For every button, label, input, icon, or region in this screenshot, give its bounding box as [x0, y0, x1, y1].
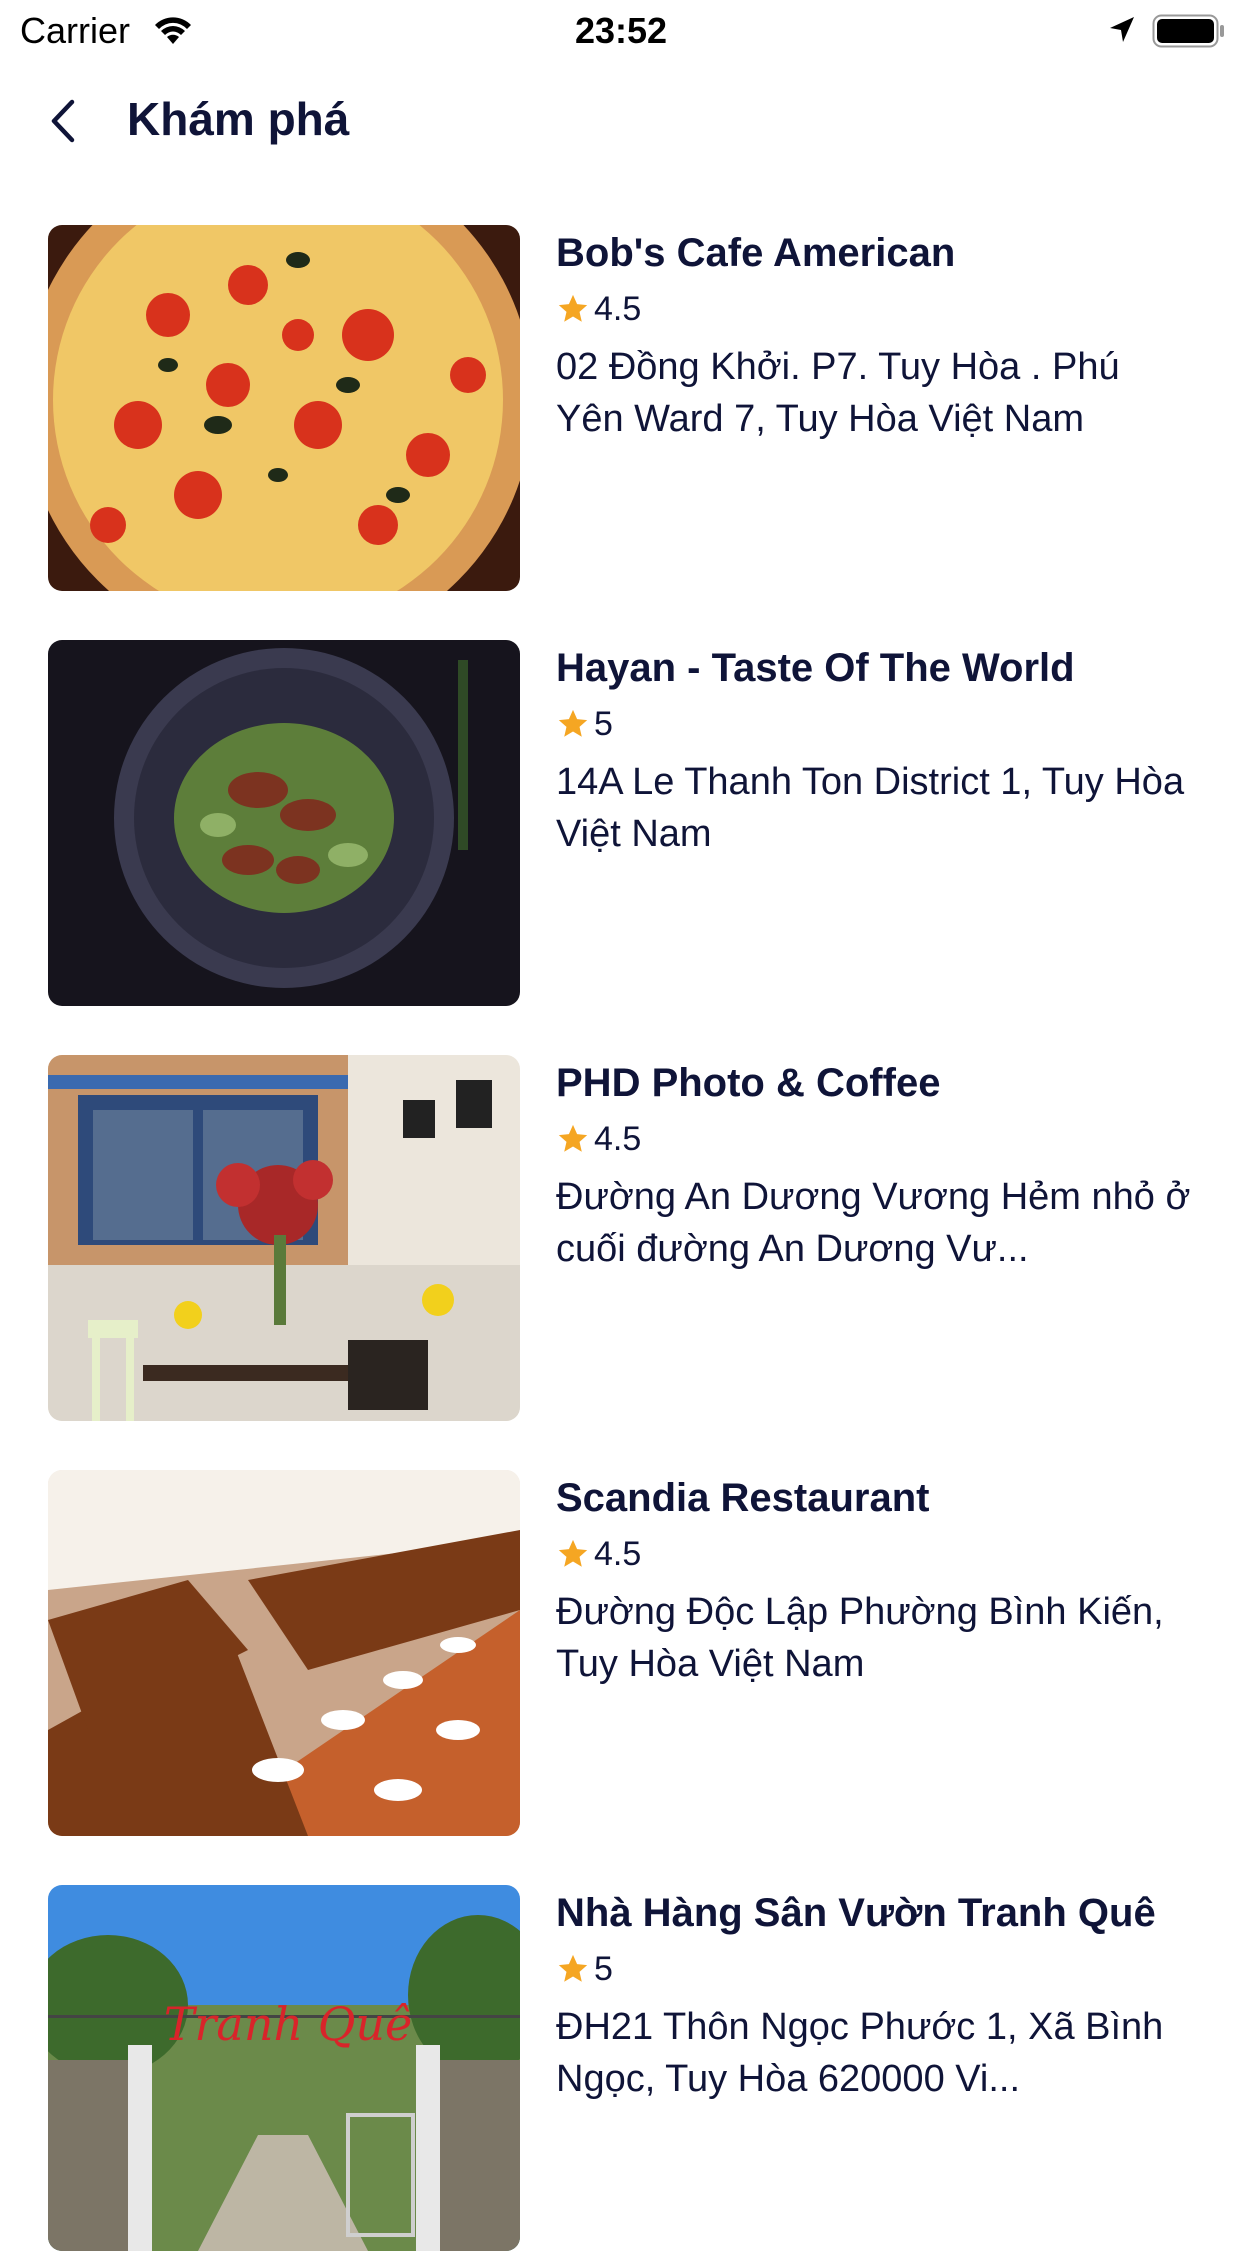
place-photo-cafe — [48, 1055, 520, 1421]
rating: 4.5 — [556, 1117, 1196, 1161]
rating: 4.5 — [556, 287, 1196, 331]
sign-text: Tranh Quê — [164, 1997, 413, 2051]
battery-icon — [1152, 14, 1224, 48]
place-info: PHD Photo & Coffee 4.5 Đường An Dương Vư… — [556, 1057, 1196, 1275]
place-name: Scandia Restaurant — [556, 1476, 930, 1520]
place-address: ĐH21 Thôn Ngọc Phước 1, Xã Bình Ngọc, Tu… — [556, 2006, 1164, 2100]
star-icon — [558, 1124, 588, 1152]
star-icon — [558, 1539, 588, 1567]
rating-value: 4.5 — [594, 289, 642, 328]
chevron-left-icon[interactable] — [40, 96, 90, 146]
clock: 23:52 — [574, 10, 668, 51]
place-name: Nhà Hàng Sân Vườn Tranh Quê — [556, 1891, 1156, 1935]
place-address: 14A Le Thanh Ton District 1, Tuy Hòa Việ… — [556, 761, 1185, 855]
place-photo-pizza — [48, 225, 520, 591]
rating: 5 — [556, 702, 1196, 746]
list-item[interactable]: PHD Photo & Coffee 4.5 Đường An Dương Vư… — [0, 1055, 1242, 1421]
rating-value: 4.5 — [594, 1119, 642, 1158]
place-address: Đường An Dương Vương Hẻm nhỏ ở cuối đườn… — [556, 1176, 1191, 1270]
rating: 4.5 — [556, 1532, 1196, 1576]
place-info: Bob's Cafe American 4.5 02 Đồng Khởi. P7… — [556, 227, 1196, 445]
status-bar: Carrier 23:52 — [0, 0, 1242, 62]
place-info: Nhà Hàng Sân Vườn Tranh Quê 5 ĐH21 Thôn … — [556, 1887, 1196, 2105]
location-arrow-icon — [1110, 17, 1134, 42]
nav-bar: Khám phá — [0, 84, 1242, 156]
list-item[interactable]: Hayan - Taste Of The World 5 14A Le Than… — [0, 640, 1242, 1006]
list-item[interactable]: Tranh Quê Nhà Hàng Sân Vườn Tranh Quê 5 … — [0, 1885, 1242, 2251]
place-address: Đường Độc Lập Phường Bình Kiến, Tuy Hòa … — [556, 1591, 1164, 1685]
page-title: Khám phá — [127, 93, 350, 145]
place-photo-salad — [48, 640, 520, 1006]
list-item[interactable]: Scandia Restaurant 4.5 Đường Độc Lập Phư… — [0, 1470, 1242, 1836]
place-name: Bob's Cafe American — [556, 231, 956, 275]
place-info: Scandia Restaurant 4.5 Đường Độc Lập Phư… — [556, 1472, 1196, 1690]
rating-value: 4.5 — [594, 1534, 642, 1573]
star-icon — [558, 1954, 588, 1982]
place-info: Hayan - Taste Of The World 5 14A Le Than… — [556, 642, 1196, 860]
star-icon — [558, 709, 588, 737]
star-icon — [558, 294, 588, 322]
place-name: Hayan - Taste Of The World — [556, 646, 1075, 690]
place-address: 02 Đồng Khởi. P7. Tuy Hòa . Phú Yên Ward… — [556, 346, 1120, 440]
place-photo-garden: Tranh Quê — [48, 1885, 520, 2251]
place-photo-restaurant — [48, 1470, 520, 1836]
rating-value: 5 — [594, 1949, 613, 1988]
list-item[interactable]: Bob's Cafe American 4.5 02 Đồng Khởi. P7… — [0, 225, 1242, 591]
place-name: PHD Photo & Coffee — [556, 1061, 941, 1105]
rating-value: 5 — [594, 704, 613, 743]
rating: 5 — [556, 1947, 1196, 1991]
